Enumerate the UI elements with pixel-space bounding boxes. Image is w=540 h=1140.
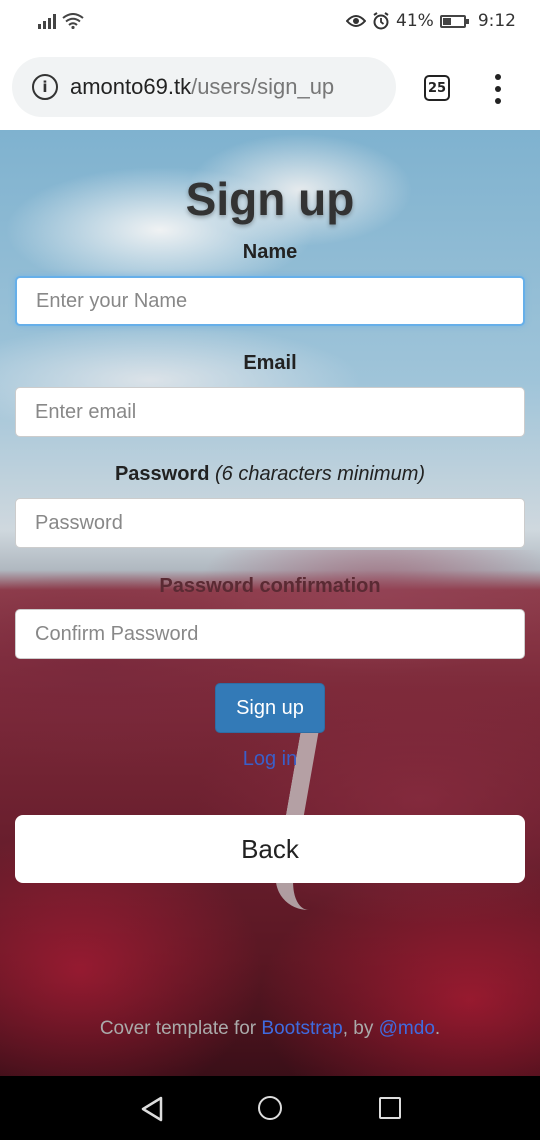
password-confirmation-label: Password confirmation: [159, 575, 381, 597]
footer-prefix: Cover template for: [99, 1018, 262, 1039]
footer: Cover template for Bootstrap, by @mdo.: [0, 1018, 540, 1040]
footer-by: , by: [342, 1018, 379, 1039]
alarm-icon: [373, 12, 389, 30]
bootstrap-link[interactable]: Bootstrap: [261, 1018, 342, 1039]
password-label-text: Password: [114, 463, 210, 485]
status-left: [38, 13, 84, 29]
status-right: 41% 9:12: [346, 11, 516, 31]
info-icon[interactable]: i: [32, 74, 58, 100]
status-bar: 41% 9:12: [0, 0, 540, 44]
footer-suffix: .: [434, 1018, 441, 1039]
recent-apps-icon[interactable]: [379, 1097, 401, 1119]
name-label: Name: [242, 241, 298, 263]
signal-icon: [38, 13, 56, 29]
email-input[interactable]: [15, 387, 525, 437]
home-icon[interactable]: [258, 1096, 282, 1120]
password-hint: (6 characters minimum): [215, 463, 426, 485]
page-content: Sign up Name Email Password (6 character…: [0, 130, 540, 1076]
battery-fill: [442, 17, 451, 25]
wifi-icon: [62, 13, 84, 29]
email-label: Email: [243, 352, 297, 374]
url-host: amonto69.tk: [70, 74, 192, 99]
author-link[interactable]: @mdo: [379, 1018, 435, 1039]
name-input[interactable]: [15, 276, 525, 326]
url-path: /users/sign_up: [191, 74, 335, 99]
password-input[interactable]: [15, 498, 525, 548]
log-in-link[interactable]: Log in: [0, 748, 540, 771]
clock: 9:12: [477, 11, 516, 31]
eye-icon: [346, 15, 367, 27]
back-button[interactable]: Back: [15, 815, 525, 883]
tab-switcher-icon[interactable]: 25: [424, 75, 450, 101]
password-label: Password (6 characters minimum): [0, 463, 540, 486]
battery-icon: [439, 14, 469, 28]
page-title: Sign up: [185, 173, 355, 225]
battery-percent: 41%: [396, 11, 434, 31]
navigation-bar: [0, 1076, 540, 1140]
address-bar[interactable]: i amonto69.tk/users/sign_up: [12, 57, 396, 117]
browser-toolbar: i amonto69.tk/users/sign_up 25: [0, 44, 540, 130]
more-menu-icon[interactable]: [490, 74, 506, 104]
sign-up-button[interactable]: Sign up: [215, 683, 325, 733]
back-icon[interactable]: [140, 1096, 164, 1122]
url-text[interactable]: amonto69.tk/users/sign_up: [70, 74, 334, 100]
password-confirmation-input[interactable]: [15, 609, 525, 659]
